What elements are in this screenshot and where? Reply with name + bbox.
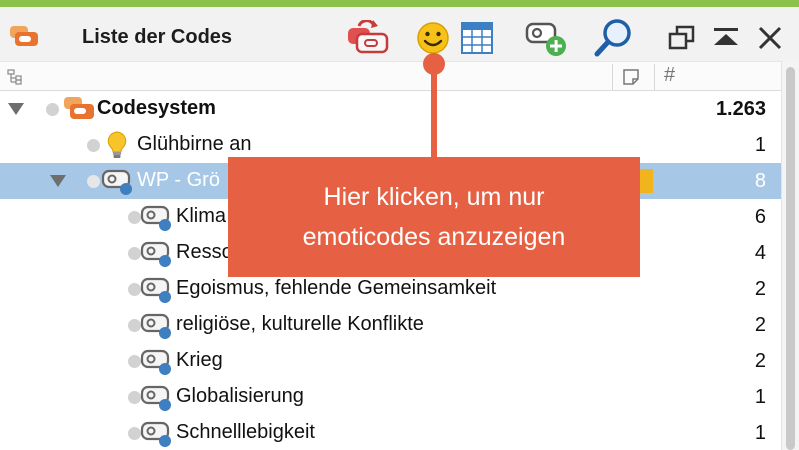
memo-icon[interactable]: [622, 68, 640, 86]
code-label: Klima: [176, 205, 227, 227]
code-label: WP - Grö: [137, 169, 220, 191]
color-tag: [640, 169, 653, 193]
table-view-button[interactable]: [458, 17, 496, 59]
expand-triangle-icon[interactable]: [50, 175, 66, 187]
emoticode-smiley-icon: [417, 22, 449, 54]
code-icon: [140, 205, 171, 231]
code-count: 2: [754, 350, 766, 372]
code-label: Globalisierung: [176, 385, 304, 407]
code-icon: [140, 421, 171, 447]
code-stack-icon: [10, 26, 38, 46]
tree-row[interactable]: Globalisierung 1: [0, 379, 781, 415]
new-code-icon: [525, 22, 566, 56]
undock-button[interactable]: [664, 17, 700, 59]
code-count: 1: [754, 386, 766, 408]
code-count: 8: [754, 170, 766, 192]
code-count: 2: [754, 314, 766, 336]
code-icon: [140, 385, 171, 411]
new-code-button[interactable]: [522, 17, 570, 59]
code-icon: [140, 241, 171, 267]
expand-triangle-icon[interactable]: [8, 103, 24, 115]
column-separator[interactable]: [612, 64, 613, 90]
vertical-scrollbar[interactable]: [781, 61, 799, 450]
search-icon: [594, 19, 631, 57]
hash-icon[interactable]: #: [664, 64, 675, 87]
tree-row[interactable]: Krieg 2: [0, 343, 781, 379]
code-label: Resso: [176, 241, 233, 263]
tree-row-root[interactable]: Codesystem 1.263: [0, 91, 781, 127]
tree-row[interactable]: Schnelllebigkeit 1: [0, 415, 781, 450]
status-dot: [46, 103, 59, 116]
code-link-icon: [348, 20, 389, 54]
collapse-icon: [714, 28, 738, 45]
collapse-button[interactable]: [708, 17, 744, 59]
callout-pointer-line: [431, 66, 437, 160]
status-dot: [87, 175, 100, 188]
code-label: religiöse, kulturelle Konflikte: [176, 313, 424, 335]
window-titlebar: Liste der Codes: [0, 7, 799, 61]
code-stack-icon: [64, 97, 94, 119]
code-count: 1: [754, 422, 766, 444]
code-count: 1: [754, 134, 766, 156]
code-label: Glühbirne an: [137, 133, 252, 155]
column-header: #: [0, 61, 781, 91]
table-icon: [461, 22, 493, 54]
close-icon: [758, 26, 782, 50]
code-count: 1.263: [715, 98, 766, 120]
code-icon: [140, 277, 171, 303]
lightbulb-icon: [107, 131, 127, 158]
code-label: Krieg: [176, 349, 223, 371]
tree-structure-icon[interactable]: [6, 69, 22, 85]
column-separator[interactable]: [654, 64, 655, 90]
code-count: 4: [754, 242, 766, 264]
code-label: Codesystem: [97, 97, 216, 119]
undock-icon: [668, 25, 695, 50]
code-label: Egoismus, fehlende Gemeinsamkeit: [176, 277, 497, 299]
callout-pointer-dot: [423, 53, 445, 75]
code-icon: [140, 313, 171, 339]
code-count: 6: [754, 206, 766, 228]
code-label: Schnelllebigkeit: [176, 421, 315, 443]
code-icon: [101, 169, 132, 195]
code-count: 2: [754, 278, 766, 300]
scrollbar-thumb[interactable]: [786, 67, 795, 450]
code-link-button[interactable]: [344, 17, 390, 59]
status-dot: [87, 139, 100, 152]
tutorial-callout: Hier klicken, um nur emoticodes anzuzeig…: [228, 157, 640, 277]
callout-line-2: emoticodes anzuzeigen: [302, 223, 566, 251]
callout-line-1: Hier klicken, um nur: [323, 183, 545, 211]
accent-bar: [0, 0, 799, 7]
window-title: Liste der Codes: [82, 26, 233, 48]
search-button[interactable]: [590, 17, 638, 59]
code-icon: [140, 349, 171, 375]
tree-row[interactable]: religiöse, kulturelle Konflikte 2: [0, 307, 781, 343]
close-button[interactable]: [752, 17, 788, 59]
